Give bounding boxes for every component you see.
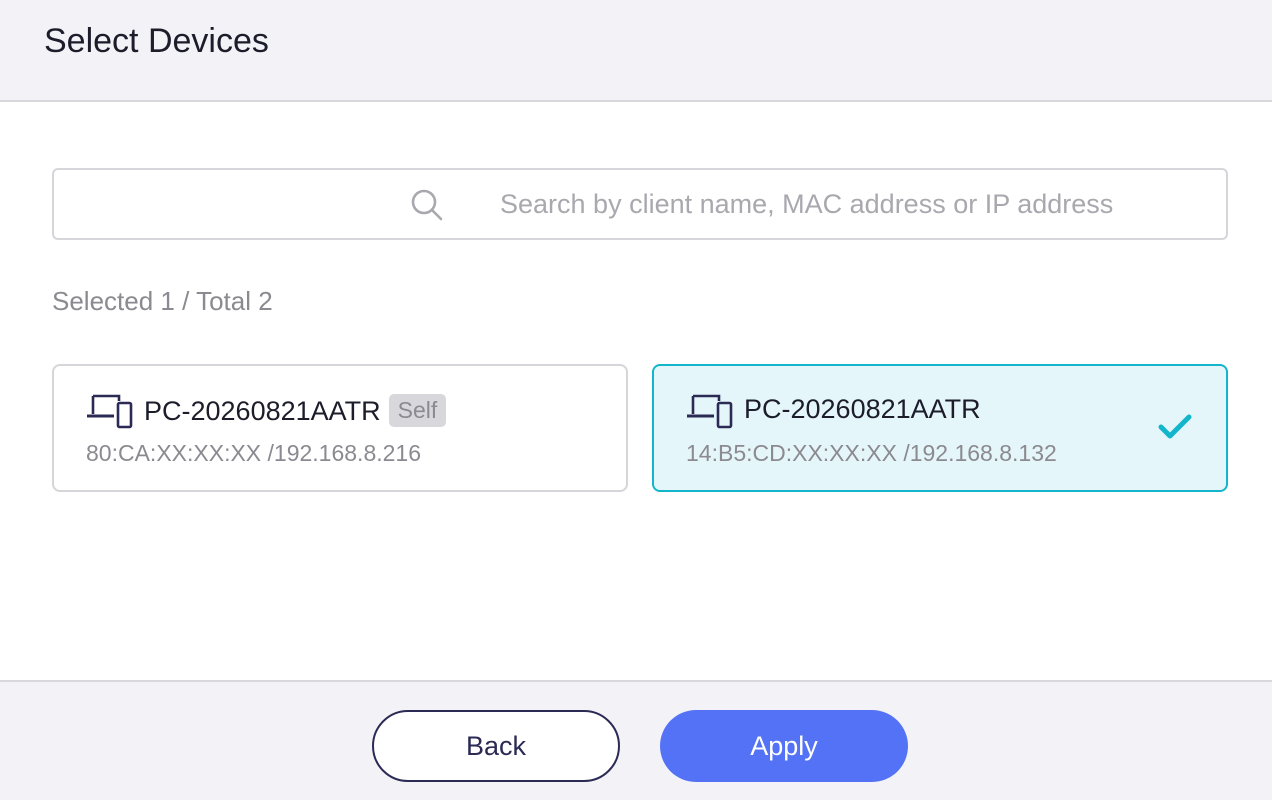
apply-button[interactable]: Apply [660, 710, 908, 782]
select-devices-dialog: Select Devices Selected 1 / Total 2 PC-2… [0, 0, 1272, 800]
device-card-self[interactable]: PC-20260821AATR Self 80:CA:XX:XX:XX /192.… [52, 364, 628, 492]
device-address: 14:B5:CD:XX:XX:XX /192.168.8.132 [686, 440, 1057, 466]
devices-icon [87, 394, 133, 429]
search-box[interactable] [52, 168, 1228, 240]
device-name: PC-20260821AATR [144, 396, 381, 426]
search-input[interactable] [500, 184, 1200, 224]
device-name: PC-20260821AATR [744, 394, 981, 424]
back-button[interactable]: Back [372, 710, 620, 782]
checkmark-icon [1158, 414, 1192, 439]
device-card-selected[interactable]: PC-20260821AATR 14:B5:CD:XX:XX:XX /192.1… [652, 364, 1228, 492]
device-name-row: PC-20260821AATR Self [144, 394, 447, 427]
dialog-content: Selected 1 / Total 2 PC-20260821AATRSelf… [0, 102, 1272, 680]
device-address: 80:CA:XX:XX:XX /192.168.8.216 [86, 440, 422, 466]
device-name-row: PC-20260821AATR [744, 394, 981, 425]
selection-count: Selected 1 / Total 2 [52, 286, 273, 316]
self-badge: Self [388, 394, 447, 427]
search-icon [411, 189, 443, 221]
dialog-header: Select Devices [0, 0, 1272, 102]
dialog-footer: Back Apply [0, 680, 1272, 800]
devices-icon [687, 394, 733, 429]
page-title: Select Devices [44, 22, 269, 60]
